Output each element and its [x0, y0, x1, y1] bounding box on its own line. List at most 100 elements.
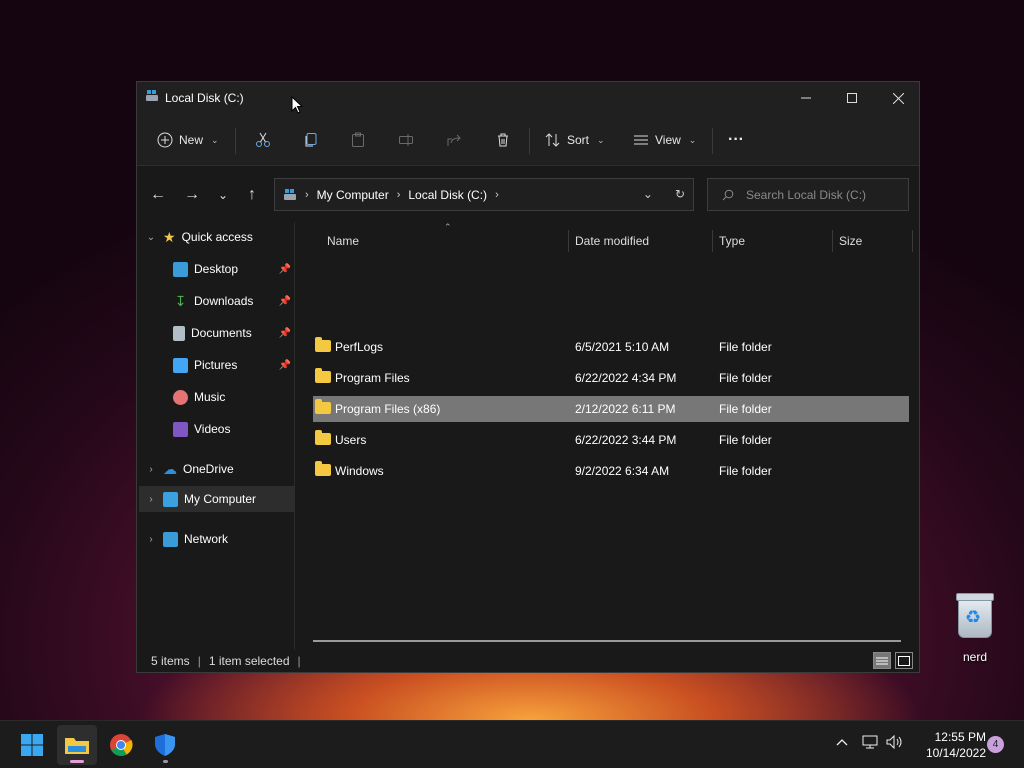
running-indicator: [163, 760, 168, 763]
forward-button[interactable]: →: [181, 184, 203, 206]
notification-badge[interactable]: 4: [987, 736, 1004, 753]
share-button[interactable]: [446, 126, 462, 154]
column-divider[interactable]: [912, 230, 913, 252]
sidebar-item-label: Music: [194, 390, 226, 404]
view-icon: [634, 135, 648, 145]
new-button[interactable]: New ⌄: [157, 126, 219, 154]
refresh-icon[interactable]: ↻: [675, 187, 685, 201]
sidebar-item-pictures[interactable]: Pictures 📌: [173, 352, 295, 378]
sidebar-item-quick-access[interactable]: ⌄ ★ Quick access: [145, 224, 301, 250]
maximize-button[interactable]: [829, 82, 875, 114]
toolbar-divider: [235, 128, 236, 154]
chevron-down-icon[interactable]: ⌄: [145, 232, 157, 243]
breadcrumb-separator-icon[interactable]: ›: [495, 189, 499, 201]
sidebar-item-desktop[interactable]: Desktop 📌: [173, 256, 295, 282]
horizontal-scrollbar[interactable]: [313, 640, 901, 642]
rename-button[interactable]: [398, 126, 414, 154]
file-type: File folder: [719, 402, 772, 416]
minimize-button[interactable]: [783, 82, 829, 114]
copy-button[interactable]: [303, 126, 319, 154]
sidebar-item-documents[interactable]: Documents 📌: [173, 320, 295, 346]
column-header-label: Type: [719, 234, 746, 248]
large-icons-view-button[interactable]: [895, 652, 913, 669]
file-type: File folder: [719, 464, 772, 478]
chevron-right-icon[interactable]: ›: [145, 534, 157, 545]
status-divider: |: [297, 654, 301, 668]
breadcrumb-local-disk[interactable]: Local Disk (C:): [408, 188, 487, 202]
paste-icon: [352, 132, 364, 147]
column-header-date[interactable]: Date modified: [575, 228, 713, 254]
sidebar-item-label: Network: [184, 532, 229, 546]
sidebar-item-label: Documents: [191, 326, 252, 340]
sidebar-item-my-computer[interactable]: › My Computer: [139, 486, 295, 512]
chevron-right-icon[interactable]: ›: [145, 464, 157, 475]
file-name: Windows: [335, 464, 384, 478]
details-view-button[interactable]: [873, 652, 891, 669]
pin-icon[interactable]: 📌: [279, 328, 291, 339]
column-header-label: Name: [327, 234, 360, 248]
column-header-name[interactable]: Name: [327, 228, 567, 254]
up-button[interactable]: ↑: [241, 184, 263, 206]
table-row[interactable]: Windows 9/2/2022 6:34 AM File folder: [313, 458, 909, 484]
breadcrumb-my-computer[interactable]: My Computer: [317, 188, 389, 202]
videos-icon: [173, 421, 188, 437]
system-clock[interactable]: 12:55 PM 10/14/2022: [910, 729, 986, 761]
chevron-up-icon: [836, 739, 848, 746]
column-header-size[interactable]: Size: [839, 228, 909, 254]
sidebar-item-onedrive[interactable]: › ☁ OneDrive: [145, 456, 301, 482]
pin-icon[interactable]: 📌: [279, 296, 291, 307]
column-header-type[interactable]: Type: [719, 228, 831, 254]
more-icon: ···: [728, 131, 744, 148]
table-row[interactable]: Users 6/22/2022 3:44 PM File folder: [313, 427, 909, 453]
active-indicator: [70, 760, 84, 763]
back-button[interactable]: ←: [147, 184, 169, 206]
recent-locations-button[interactable]: ⌄: [212, 184, 234, 206]
taskbar-file-explorer[interactable]: [57, 725, 97, 765]
close-button[interactable]: [875, 82, 921, 114]
chrome-icon: [110, 734, 133, 756]
sort-label: Sort: [567, 133, 590, 147]
chevron-right-icon[interactable]: ›: [145, 494, 157, 505]
search-box[interactable]: Search Local Disk (C:): [707, 178, 909, 211]
address-dropdown-icon[interactable]: ⌄: [643, 187, 653, 201]
show-hidden-icons-button[interactable]: [836, 735, 848, 750]
new-label: New: [179, 133, 204, 147]
column-divider[interactable]: [712, 230, 713, 252]
command-bar: New ⌄ Sort ⌄ View ⌄ ···: [137, 114, 919, 166]
sidebar-item-videos[interactable]: Videos: [173, 416, 295, 442]
view-button[interactable]: View ⌄: [633, 126, 696, 154]
table-row[interactable]: Program Files 6/22/2022 4:34 PM File fol…: [313, 365, 909, 391]
column-divider[interactable]: [568, 230, 569, 252]
column-divider[interactable]: [832, 230, 833, 252]
pin-icon[interactable]: 📌: [279, 264, 291, 275]
mouse-cursor-icon: [291, 96, 303, 114]
toolbar-divider: [712, 128, 713, 154]
file-date: 2/12/2022 6:11 PM: [575, 402, 676, 416]
sidebar-item-music[interactable]: Music: [173, 384, 295, 410]
monitor-network-icon: [862, 735, 878, 749]
paste-button[interactable]: [350, 126, 366, 154]
address-bar[interactable]: › My Computer › Local Disk (C:) › ⌄ ↻: [274, 178, 694, 211]
folder-icon: [315, 337, 331, 352]
table-row-selected[interactable]: Program Files (x86) 2/12/2022 6:11 PM Fi…: [313, 396, 909, 422]
taskbar-chrome[interactable]: [101, 725, 141, 765]
sidebar-item-network[interactable]: › Network: [145, 526, 301, 552]
file-explorer-icon: [65, 738, 89, 754]
volume-tray-icon[interactable]: [886, 734, 904, 752]
pin-icon[interactable]: 📌: [279, 360, 291, 371]
sidebar-item-label: Videos: [194, 422, 231, 436]
sort-button[interactable]: Sort ⌄: [545, 126, 605, 154]
recycle-bin-desktop-icon[interactable]: ♻ nerd: [944, 593, 1006, 664]
more-options-button[interactable]: ···: [728, 126, 744, 154]
item-count: 5 items: [151, 654, 190, 668]
table-row[interactable]: PerfLogs 6/5/2021 5:10 AM File folder: [313, 334, 909, 360]
file-name: Program Files (x86): [335, 402, 441, 416]
cut-button[interactable]: [255, 126, 271, 154]
taskbar-windows-security[interactable]: [145, 725, 185, 765]
folder-icon: [315, 368, 331, 383]
title-bar[interactable]: Local Disk (C:): [137, 82, 919, 114]
delete-button[interactable]: [495, 126, 511, 154]
sidebar-item-downloads[interactable]: ↧ Downloads 📌: [173, 288, 295, 314]
network-tray-icon[interactable]: [862, 735, 878, 752]
start-button[interactable]: [12, 725, 52, 765]
